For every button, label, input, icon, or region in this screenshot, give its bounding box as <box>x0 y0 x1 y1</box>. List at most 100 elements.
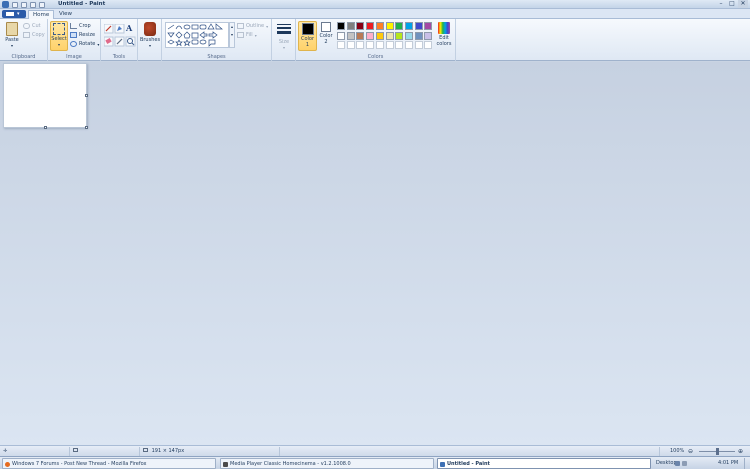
clock[interactable]: 4:01 PM <box>718 458 738 469</box>
custom-color-swatch[interactable] <box>366 41 375 49</box>
chevron-down-icon: ▾ <box>17 11 20 17</box>
custom-color-swatch[interactable] <box>424 41 433 49</box>
text-tool-icon[interactable]: A <box>126 23 132 33</box>
paint-app-icon[interactable] <box>2 1 9 8</box>
palette-swatch[interactable] <box>356 31 365 40</box>
palette-swatch[interactable] <box>366 22 375 30</box>
close-button[interactable]: ✕ <box>738 0 748 8</box>
desktop-toolbar[interactable]: Desktop <box>656 458 677 469</box>
palette-swatch[interactable] <box>404 22 413 30</box>
palette-swatch[interactable] <box>424 31 433 40</box>
palette-swatch[interactable] <box>414 31 423 40</box>
redo-icon[interactable] <box>30 1 36 8</box>
taskbar-item-paint[interactable]: Untitled - Paint <box>437 458 651 469</box>
resize-handle-right[interactable] <box>85 94 88 97</box>
quick-access-toolbar <box>2 1 45 8</box>
palette-swatch[interactable] <box>375 22 384 30</box>
save-icon[interactable] <box>12 1 18 8</box>
palette-swatch[interactable] <box>424 22 433 30</box>
palette-swatch[interactable] <box>337 31 345 40</box>
resize-icon <box>70 32 77 38</box>
palette-swatch[interactable] <box>346 31 355 40</box>
palette-swatch[interactable] <box>385 22 394 30</box>
resize-label: Resize <box>79 32 96 38</box>
crosshair-icon: ✛ <box>3 448 8 454</box>
palette-swatch[interactable] <box>346 22 355 30</box>
rotate-button[interactable]: Rotate ▾ <box>70 40 99 48</box>
customize-qat-icon[interactable] <box>39 1 45 8</box>
show-desktop-button[interactable] <box>744 458 749 469</box>
taskbar-item-firefox[interactable]: Windows 7 Forums - Post New Thread - Moz… <box>2 458 216 469</box>
copy-button[interactable]: Copy <box>23 31 45 39</box>
taskbar-item-mpc[interactable]: Media Player Classic Homecinema - v1.2.1… <box>220 458 434 469</box>
custom-color-swatch[interactable] <box>385 41 394 49</box>
select-button[interactable]: Select ▾ <box>50 21 68 51</box>
palette-swatch[interactable] <box>395 22 404 30</box>
palette-swatch[interactable] <box>395 31 404 40</box>
brushes-group: Brushes ▾ <box>138 19 162 61</box>
color2-label: Color 2 <box>319 33 333 45</box>
edit-colors-button[interactable]: Edit colors <box>434 22 454 47</box>
custom-color-swatch[interactable] <box>337 41 345 49</box>
outline-button[interactable]: Outline ▾ <box>237 22 268 30</box>
scissors-icon <box>23 23 30 29</box>
crop-button[interactable]: Crop <box>70 22 91 30</box>
zoom-out-button[interactable]: ⊖ <box>688 447 693 456</box>
tab-view[interactable]: View <box>55 10 76 19</box>
custom-color-swatch[interactable] <box>395 41 404 49</box>
zoom-in-button[interactable]: ⊕ <box>738 447 743 456</box>
color1-swatch <box>301 23 314 35</box>
size-button[interactable]: Size ▾ <box>274 22 294 50</box>
media-player-icon <box>223 462 228 467</box>
palette-swatch[interactable] <box>356 22 365 30</box>
size-group: Size ▾ <box>272 19 296 61</box>
palette-swatch[interactable] <box>375 31 384 40</box>
chevron-down-icon: ▾ <box>57 42 60 47</box>
canvas-size-icon <box>143 448 148 452</box>
palette-swatch[interactable] <box>404 31 413 40</box>
custom-color-swatch[interactable] <box>346 41 355 49</box>
outline-label: Outline <box>246 23 265 29</box>
line-size-icon <box>277 24 291 38</box>
shapes-gallery-scroll[interactable]: ▴ ▾ <box>229 22 235 48</box>
custom-color-swatch[interactable] <box>375 41 384 49</box>
crop-label: Crop <box>79 23 91 29</box>
paint-menu-button[interactable]: ▾ <box>2 10 26 18</box>
taskbar-item-label: Windows 7 Forums - Post New Thread - Moz… <box>12 461 147 467</box>
maximize-button[interactable]: □ <box>727 0 737 8</box>
custom-color-swatch[interactable] <box>414 41 423 49</box>
network-icon[interactable] <box>675 461 680 466</box>
tab-home[interactable]: Home <box>28 10 55 19</box>
title-bar: Untitled - Paint – □ ✕ <box>0 0 750 9</box>
fill-bucket-icon <box>237 32 244 38</box>
cursor-position: ✛ <box>0 447 70 456</box>
tools-group: A Tools <box>101 19 138 61</box>
paste-button[interactable]: Paste ▾ <box>3 22 21 48</box>
shapes-gallery[interactable] <box>165 22 229 48</box>
copy-icon <box>23 32 30 38</box>
resize-handle-corner[interactable] <box>85 126 88 129</box>
palette-swatch[interactable] <box>337 22 345 30</box>
volume-icon[interactable] <box>682 461 687 466</box>
palette-swatch[interactable] <box>414 22 423 30</box>
zoom-slider-thumb[interactable] <box>716 448 719 455</box>
undo-icon[interactable] <box>21 1 27 8</box>
palette-swatch[interactable] <box>385 31 394 40</box>
color2-button[interactable]: Color 2 <box>318 22 334 45</box>
rotate-label: Rotate <box>79 41 96 47</box>
minimize-button[interactable]: – <box>716 0 726 8</box>
fill-button[interactable]: Fill ▾ <box>237 31 257 39</box>
palette-swatch[interactable] <box>366 31 375 40</box>
brushes-button[interactable]: Brushes ▾ <box>139 22 161 48</box>
outline-icon <box>237 23 244 29</box>
shapes-group: ▴ ▾ Outline ▾ Fill ▾ Shapes <box>162 19 272 61</box>
resize-button[interactable]: Resize <box>70 31 95 39</box>
drawing-canvas[interactable] <box>3 63 88 129</box>
custom-color-swatch[interactable] <box>356 41 365 49</box>
firefox-icon <box>5 462 10 467</box>
custom-color-swatch[interactable] <box>404 41 413 49</box>
cut-button[interactable]: Cut <box>23 22 41 30</box>
resize-handle-bottom[interactable] <box>44 126 47 129</box>
canvas-workspace[interactable] <box>0 62 750 445</box>
color1-button[interactable]: Color 1 <box>298 21 317 51</box>
